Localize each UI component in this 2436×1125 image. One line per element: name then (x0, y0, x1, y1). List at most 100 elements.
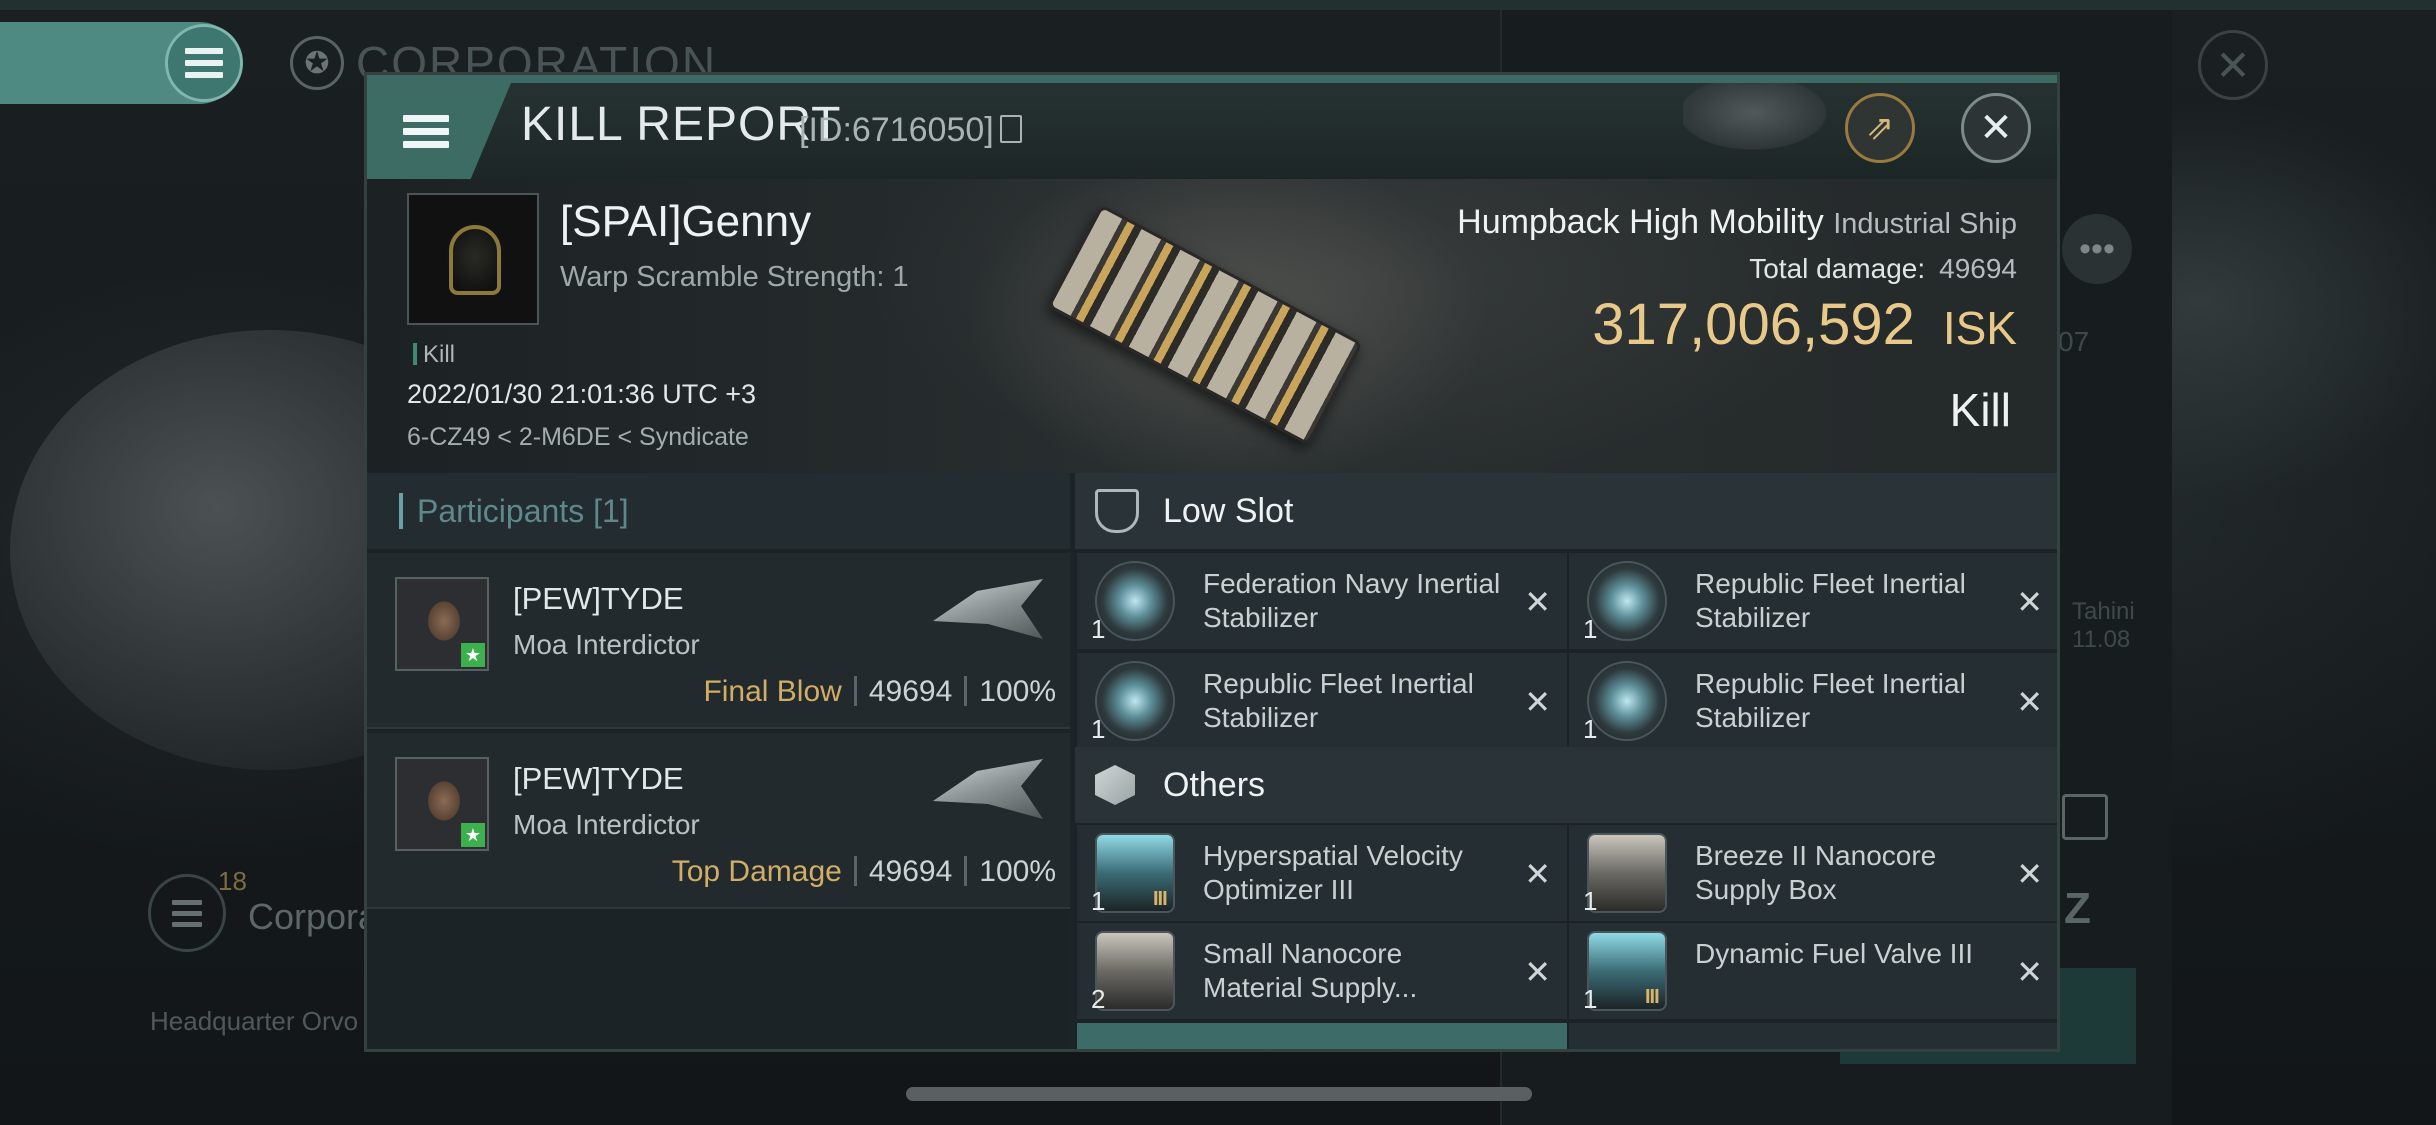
inertial-stabilizer-icon (1587, 561, 1667, 641)
divider (853, 676, 857, 706)
item-name: Small Nanocore Material Supply... (1203, 938, 1418, 1003)
dialog-menu-button[interactable] (367, 83, 511, 179)
more-options-button[interactable]: ••• (2062, 214, 2132, 284)
share-button[interactable]: ⇗ (1845, 93, 1915, 163)
participant-damage: 49694 (868, 675, 953, 708)
material-supply-icon (1095, 931, 1175, 1011)
participants-panel: Participants [1] ★ [PEW]TYDE Moa Interdi… (367, 473, 1070, 1049)
items-panel: Low Slot 1 Federation Navy Inertial Stab… (1075, 473, 2057, 1049)
victim-summary: [SPAI]Genny Warp Scramble Strength: 1 Ki… (367, 179, 2057, 473)
item-cell[interactable]: 2 Small Nanocore Material Supply... ✕ (1077, 923, 1567, 1019)
destroyed-x-icon: ✕ (1524, 584, 1551, 620)
destroyed-x-icon: ✕ (2016, 954, 2043, 990)
participant-row[interactable]: ★ [PEW]TYDE Moa Interdictor Top Damage 49… (367, 733, 1070, 909)
participant-ship-image (933, 759, 1043, 819)
item-name: Dynamic Fuel Valve III (1695, 938, 1974, 969)
participant-ship-image (933, 579, 1043, 639)
destroyed-x-icon: ✕ (2016, 684, 2043, 720)
divider (964, 856, 968, 886)
corporation-menu-button[interactable] (148, 874, 226, 952)
edit-icon[interactable] (2062, 794, 2108, 840)
tech-level-badge: III (1645, 986, 1660, 1008)
header-ship-decoration (1683, 83, 1853, 179)
item-cell[interactable]: 1 III Dynamic Fuel Valve III ✕ (1569, 923, 2057, 1019)
copy-icon[interactable] (999, 115, 1022, 143)
item-name: Breeze II Nanocore Supply Box (1695, 840, 1937, 905)
item-cell[interactable]: 1 Republic Fleet Inertial Stabilizer ✕ (1569, 553, 2057, 649)
destroyed-x-icon: ✕ (1524, 954, 1551, 990)
inertial-stabilizer-icon (1095, 661, 1175, 741)
participant-damage: 49694 (868, 855, 953, 888)
close-icon: ✕ (1979, 106, 2013, 150)
ship-type: Humpback High Mobility Industrial Ship (1457, 203, 2017, 242)
kill-location[interactable]: 6-CZ49 < 2-M6DE < Syndicate (407, 423, 749, 452)
participant-ship: Moa Interdictor (513, 809, 700, 840)
low-slot-header[interactable]: Low Slot (1075, 473, 2057, 549)
item-cell-partial[interactable] (1077, 1023, 1567, 1049)
home-indicator[interactable] (906, 1087, 1532, 1101)
result-label: Kill (1949, 384, 2011, 436)
item-quantity: 1 (1583, 984, 1598, 1014)
item-cell[interactable]: 1 Republic Fleet Inertial Stabilizer ✕ (1077, 653, 1567, 749)
dialog-header: KILL REPORT [ID:6716050] ⇗ ✕ (367, 75, 2057, 179)
report-id[interactable]: [ID:6716050] (799, 111, 1022, 150)
kill-tag: Kill (413, 341, 455, 369)
others-header[interactable]: Others (1075, 747, 2057, 823)
item-quantity: 1 (1583, 714, 1598, 744)
victim-portrait[interactable] (407, 193, 539, 325)
kill-datetime: 2022/01/30 21:01:36 UTC +3 (407, 379, 757, 409)
destroyed-x-icon: ✕ (1524, 684, 1551, 720)
participant-name: [PEW]TYDE (513, 581, 684, 616)
destroyed-x-icon: ✕ (2016, 856, 2043, 892)
item-cell[interactable]: 1 Republic Fleet Inertial Stabilizer ✕ (1569, 653, 2057, 749)
item-name: Republic Fleet Inertial Stabilizer (1203, 668, 1474, 733)
participant-stats: Top Damage 49694 100% (672, 855, 1056, 889)
item-quantity: 1 (1091, 714, 1106, 744)
item-name: Republic Fleet Inertial Stabilizer (1695, 568, 1966, 633)
kill-report-dialog: KILL REPORT [ID:6716050] ⇗ ✕ [SPAI]Genny… (364, 72, 2060, 1052)
ship-class: Industrial Ship (1833, 208, 2017, 240)
item-cell[interactable]: 1 Federation Navy Inertial Stabilizer ✕ (1077, 553, 1567, 649)
background-close-button[interactable]: ✕ (2198, 30, 2268, 100)
participant-role: Top Damage (671, 855, 842, 888)
ship-name: Humpback High Mobility (1457, 203, 1824, 241)
item-cell[interactable]: 1 III Hyperspatial Velocity Optimizer II… (1077, 825, 1567, 921)
list-icon (172, 899, 202, 927)
top-bar (0, 0, 2436, 10)
main-menu-button[interactable] (165, 24, 243, 102)
tech-level-badge: III (1153, 888, 1168, 910)
item-quantity: 1 (1583, 886, 1598, 916)
others-title: Others (1163, 765, 1266, 804)
star-icon: ★ (461, 823, 485, 847)
menu-icon (403, 114, 449, 148)
sort-icon[interactable]: Z (2064, 884, 2091, 934)
destroyed-x-icon: ✕ (1524, 856, 1551, 892)
low-slot-title: Low Slot (1163, 491, 1294, 530)
divider (853, 856, 857, 886)
participant-role: Final Blow (703, 675, 842, 708)
share-icon: ⇗ (1865, 109, 1895, 147)
isk-value: 317,006,592 ISK (1592, 291, 2017, 358)
participant-percent: 100% (979, 855, 1056, 888)
inertial-stabilizer-icon (1095, 561, 1175, 641)
victim-ship-image[interactable] (1047, 204, 1363, 446)
notification-badge: 18 (218, 866, 247, 896)
close-button[interactable]: ✕ (1961, 93, 2031, 163)
corporation-label: Corpora (248, 896, 379, 937)
item-quantity: 2 (1091, 984, 1106, 1014)
total-damage: Total damage: 49694 (1749, 253, 2017, 285)
corporation-icon: ✪ (290, 36, 344, 90)
item-cell-partial[interactable] (1569, 1023, 2057, 1049)
report-id-text: [ID:6716050] (799, 111, 994, 149)
victim-name[interactable]: [SPAI]Genny (560, 197, 811, 247)
participant-percent: 100% (979, 675, 1056, 708)
participants-header[interactable]: Participants [1] (367, 473, 1070, 549)
item-quantity: 1 (1091, 614, 1106, 644)
participant-portrait[interactable]: ★ (395, 757, 489, 851)
participant-name: [PEW]TYDE (513, 761, 684, 796)
participant-portrait[interactable]: ★ (395, 577, 489, 671)
item-quantity: 1 (1091, 886, 1106, 916)
participant-row[interactable]: ★ [PEW]TYDE Moa Interdictor Final Blow 49… (367, 553, 1070, 729)
destroyed-x-icon: ✕ (2016, 584, 2043, 620)
item-cell[interactable]: 1 Breeze II Nanocore Supply Box ✕ (1569, 825, 2057, 921)
